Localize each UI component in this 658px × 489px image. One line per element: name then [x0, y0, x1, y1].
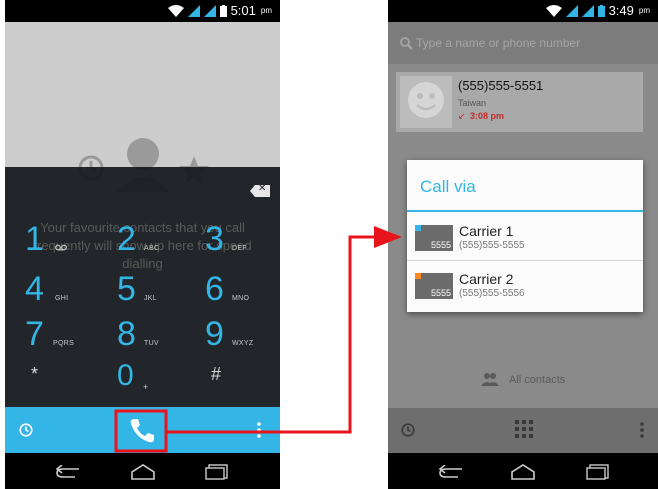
call-button-highlight: [114, 409, 168, 453]
annotation-overlay: [114, 226, 402, 453]
connector-line: [166, 235, 375, 434]
arrow-head: [374, 226, 402, 248]
